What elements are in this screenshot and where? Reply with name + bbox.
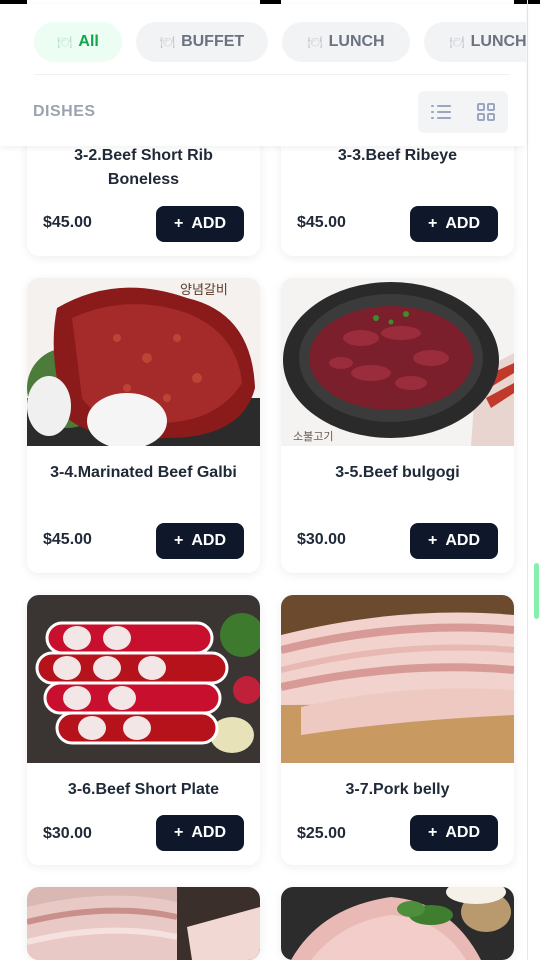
tab-label: LUNCH — [328, 33, 385, 50]
dish-price: $30.00 — [297, 531, 346, 548]
dish-card[interactable]: 3-6.Beef Short Plate $30.00 + ADD — [27, 595, 260, 865]
dish-name: 3-4.Marinated Beef Galbi — [50, 464, 237, 481]
add-button-label: ADD — [445, 824, 480, 841]
dish-image-marinated-galbi: 양념갈비 — [27, 278, 260, 446]
utensils-icon: 🍽 — [159, 35, 176, 49]
dish-name: 3-5.Beef bulgogi — [335, 464, 460, 481]
list-view-icon — [430, 105, 451, 119]
dish-price: $25.00 — [297, 825, 346, 842]
dish-image-beef-short-plate — [27, 595, 260, 763]
add-button-label: ADD — [191, 532, 226, 549]
dish-price: $45.00 — [297, 214, 346, 231]
add-button-label: ADD — [445, 215, 480, 232]
utensils-icon: 🍽 — [449, 35, 465, 49]
header-divider — [34, 74, 510, 75]
add-to-cart-button[interactable]: + ADD — [156, 206, 244, 242]
dish-image — [27, 887, 260, 960]
plus-icon: + — [427, 824, 438, 841]
tab-label: LUNCH — [470, 33, 526, 50]
dish-image-beef-bulgogi: 소불고기 — [281, 278, 514, 446]
dish-card[interactable]: 양념갈비 3-4.Marinated Beef Galbi $45.00 + AD… — [27, 278, 260, 573]
tab-buffet[interactable]: 🍽 BUFFET — [136, 22, 268, 62]
image-label: 소불고기 — [293, 430, 333, 443]
category-tabs: 🍽 All 🍽 BUFFET 🍽 LUNCH 🍽 LUNCH — [34, 22, 526, 62]
dish-card[interactable]: 3-7.Pork belly $25.00 + ADD — [281, 595, 514, 865]
image-label: 양념갈비 — [180, 283, 228, 298]
tab-label: All — [78, 33, 99, 50]
add-button-label: ADD — [445, 532, 480, 549]
tab-lunch[interactable]: 🍽 LUNCH — [282, 22, 410, 62]
dish-price: $45.00 — [43, 214, 92, 231]
category-header: 🍽 All 🍽 BUFFET 🍽 LUNCH 🍽 LUNCH DISHES — [0, 4, 526, 146]
page-edge-line — [527, 0, 528, 960]
plus-icon: + — [173, 824, 184, 841]
dish-name: 3-3.Beef Ribeye — [337, 147, 458, 164]
view-toggle — [418, 91, 508, 133]
dish-card[interactable]: 소불고기 3-5.Beef bulgogi $30.00 + ADD — [281, 278, 514, 573]
add-to-cart-button[interactable]: + ADD — [156, 815, 244, 851]
add-to-cart-button[interactable]: + ADD — [410, 206, 498, 242]
dish-card[interactable] — [281, 887, 514, 960]
plus-icon: + — [427, 532, 438, 549]
dish-card[interactable] — [27, 887, 260, 960]
add-button-label: ADD — [191, 824, 226, 841]
dish-name: 3-7.Pork belly — [345, 781, 450, 798]
dish-name: 3-6.Beef Short Plate — [67, 781, 220, 798]
grid-view-button[interactable] — [469, 95, 503, 129]
grid-view-icon — [476, 103, 495, 121]
add-to-cart-button[interactable]: + ADD — [410, 523, 498, 559]
list-view-button[interactable] — [424, 95, 458, 129]
tab-lunch-2[interactable]: 🍽 LUNCH — [424, 22, 526, 62]
dish-image — [281, 887, 514, 960]
tab-all[interactable]: 🍽 All — [34, 22, 122, 62]
add-to-cart-button[interactable]: + ADD — [410, 815, 498, 851]
dish-name: 3-2.Beef Short Rib Boneless — [74, 147, 213, 188]
plus-icon: + — [173, 532, 184, 549]
add-to-cart-button[interactable]: + ADD — [156, 523, 244, 559]
dish-price: $30.00 — [43, 825, 92, 842]
utensils-icon: 🍽 — [307, 35, 323, 49]
scrollbar-thumb[interactable] — [534, 563, 539, 619]
section-title: DISHES — [33, 103, 96, 120]
add-button-label: ADD — [191, 215, 226, 232]
tab-label: BUFFET — [181, 33, 245, 50]
plus-icon: + — [173, 215, 184, 232]
dish-image-pork-belly — [281, 595, 514, 763]
plus-icon: + — [427, 215, 438, 232]
utensils-icon: 🍽 — [57, 35, 73, 49]
dish-price: $45.00 — [43, 531, 92, 548]
